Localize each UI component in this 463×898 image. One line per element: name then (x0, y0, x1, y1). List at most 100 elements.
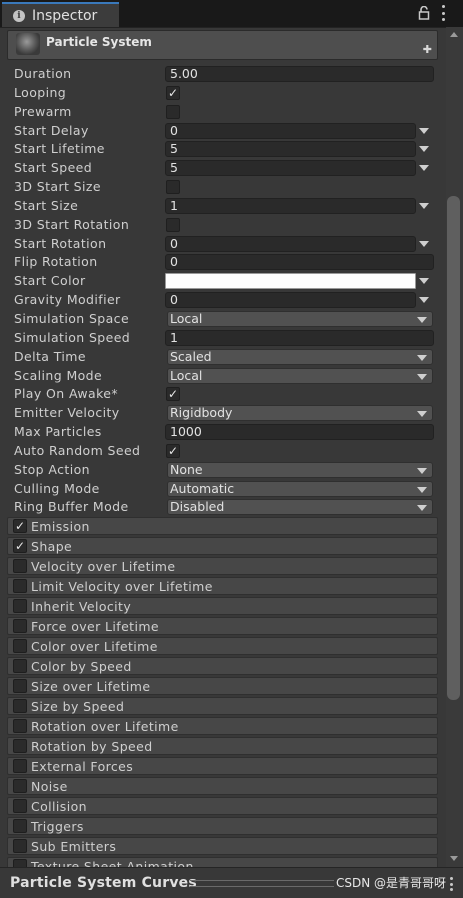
module-emission[interactable]: ✓ Emission (7, 517, 438, 535)
property-row: Scaling Mode Local (0, 367, 445, 386)
scroll-down-icon[interactable] (450, 856, 458, 861)
simulation-speed-field[interactable]: 1 (165, 329, 434, 346)
delta-time-value: Scaled (170, 348, 212, 364)
module-noise[interactable]: Noise (7, 777, 438, 795)
module-size-over-lifetime[interactable]: Size over Lifetime (7, 677, 438, 695)
collision-checkbox[interactable] (13, 799, 27, 813)
mode-dropdown-icon[interactable] (419, 127, 429, 134)
external-forces-checkbox[interactable] (13, 759, 27, 773)
module-inherit-velocity[interactable]: Inherit Velocity (7, 597, 438, 615)
ring-buffer-mode-label: Ring Buffer Mode (14, 499, 129, 515)
kebab-menu-icon[interactable] (440, 5, 446, 21)
mode-dropdown-icon[interactable] (419, 146, 429, 153)
module-velocity-over-lifetime[interactable]: Velocity over Lifetime (7, 557, 438, 575)
simulation-space-dropdown[interactable]: Local (167, 310, 433, 327)
force-over-lifetime-checkbox[interactable] (13, 619, 27, 633)
particle-system-icon (16, 33, 40, 55)
curves-panel-bar[interactable]: Particle System Curves CSDN @是青哥哥呀 (0, 867, 463, 898)
gravity-modifier-label: Gravity Modifier (14, 292, 121, 308)
module-external-forces[interactable]: External Forces (7, 757, 438, 775)
start-lifetime-field[interactable]: 5 (165, 141, 416, 158)
scrollbar-thumb[interactable] (447, 196, 460, 700)
size-by-speed-checkbox[interactable] (13, 699, 27, 713)
auto-random-seed-checkbox[interactable]: ✓ (166, 443, 180, 458)
prewarm-checkbox[interactable] (166, 104, 180, 119)
start-rotation-field[interactable]: 0 (165, 235, 416, 252)
module-triggers[interactable]: Triggers (7, 817, 438, 835)
property-row: Auto Random Seed ✓ (0, 442, 445, 461)
color-by-speed-checkbox[interactable] (13, 659, 27, 673)
tab-inspector[interactable]: i Inspector (2, 2, 119, 27)
simulation-speed-label: Simulation Speed (14, 329, 131, 345)
mode-dropdown-icon[interactable] (419, 240, 429, 247)
max-particles-field[interactable]: 1000 (165, 424, 434, 441)
emitter-velocity-dropdown[interactable]: Rigidbody (167, 405, 433, 422)
start-delay-field[interactable]: 0 (165, 122, 416, 139)
start-speed-field[interactable]: 5 (165, 160, 416, 177)
limit-velocity-over-lifetime-checkbox[interactable] (13, 579, 27, 593)
color-over-lifetime-checkbox[interactable] (13, 639, 27, 653)
noise-checkbox[interactable] (13, 779, 27, 793)
duration-field[interactable]: 5.00 (165, 66, 434, 82)
kebab-menu-icon[interactable] (448, 877, 454, 891)
chevron-down-icon (417, 486, 427, 493)
stop-action-dropdown[interactable]: None (167, 461, 433, 478)
size-over-lifetime-checkbox[interactable] (13, 679, 27, 693)
auto-random-seed-label: Auto Random Seed (14, 442, 141, 458)
culling-mode-dropdown[interactable]: Automatic (167, 480, 433, 497)
module-label: Color by Speed (31, 659, 132, 674)
stop-action-value: None (170, 461, 203, 477)
velocity-over-lifetime-checkbox[interactable] (13, 559, 27, 573)
module-collision[interactable]: Collision (7, 797, 438, 815)
triggers-checkbox[interactable] (13, 819, 27, 833)
module-force-over-lifetime[interactable]: Force over Lifetime (7, 617, 438, 635)
delta-time-dropdown[interactable]: Scaled (167, 348, 433, 365)
module-rotation-by-speed[interactable]: Rotation by Speed (7, 737, 438, 755)
rotation-over-lifetime-checkbox[interactable] (13, 719, 27, 733)
culling-mode-value: Automatic (170, 480, 235, 496)
module-sub-emitters[interactable]: Sub Emitters (7, 837, 438, 855)
lock-icon[interactable] (418, 6, 430, 20)
rotation-by-speed-checkbox[interactable] (13, 739, 27, 753)
looping-checkbox[interactable]: ✓ (166, 85, 180, 100)
ring-buffer-mode-dropdown[interactable]: Disabled (167, 499, 433, 516)
mode-dropdown-icon[interactable] (419, 297, 429, 304)
3d-start-size-checkbox[interactable] (166, 180, 180, 195)
mode-dropdown-icon[interactable] (419, 278, 429, 285)
scaling-mode-dropdown[interactable]: Local (167, 367, 433, 384)
scaling-mode-label: Scaling Mode (14, 367, 103, 383)
play-on-awake-checkbox[interactable]: ✓ (166, 387, 180, 402)
plus-icon[interactable]: ✚ (423, 43, 432, 56)
module-label: Shape (31, 539, 73, 554)
curves-panel-title: Particle System Curves (10, 875, 197, 891)
shape-checkbox[interactable]: ✓ (13, 539, 27, 553)
module-label: Collision (31, 799, 87, 814)
3d-start-rotation-checkbox[interactable] (166, 217, 180, 232)
module-rotation-over-lifetime[interactable]: Rotation over Lifetime (7, 717, 438, 735)
property-row: Start Size 1 (0, 197, 445, 216)
start-size-field[interactable]: 1 (165, 197, 416, 214)
start-color-swatch[interactable] (165, 273, 416, 290)
component-header[interactable]: Particle System ✚ (7, 30, 438, 60)
chevron-down-icon (417, 354, 427, 361)
mode-dropdown-icon[interactable] (419, 202, 429, 209)
inherit-velocity-checkbox[interactable] (13, 599, 27, 613)
module-label: Color over Lifetime (31, 639, 158, 654)
properties-list: Duration 5.00 Looping ✓ Prewarm Start Delay 0 S… (0, 65, 445, 517)
module-label: Rotation by Speed (31, 739, 153, 754)
mode-dropdown-icon[interactable] (419, 165, 429, 172)
scroll-up-icon[interactable] (450, 32, 458, 37)
sub-emitters-checkbox[interactable] (13, 839, 27, 853)
flip-rotation-field[interactable]: 0 (165, 254, 434, 271)
gravity-modifier-field[interactable]: 0 (165, 292, 416, 309)
looping-label: Looping (14, 84, 67, 100)
module-label: Sub Emitters (31, 839, 117, 854)
start-rotation-label: Start Rotation (14, 235, 107, 251)
max-particles-label: Max Particles (14, 424, 102, 440)
emission-checkbox[interactable]: ✓ (13, 519, 27, 533)
module-size-by-speed[interactable]: Size by Speed (7, 697, 438, 715)
module-limit-velocity-over-lifetime[interactable]: Limit Velocity over Lifetime (7, 577, 438, 595)
module-color-by-speed[interactable]: Color by Speed (7, 657, 438, 675)
module-shape[interactable]: ✓ Shape (7, 537, 438, 555)
module-color-over-lifetime[interactable]: Color over Lifetime (7, 637, 438, 655)
